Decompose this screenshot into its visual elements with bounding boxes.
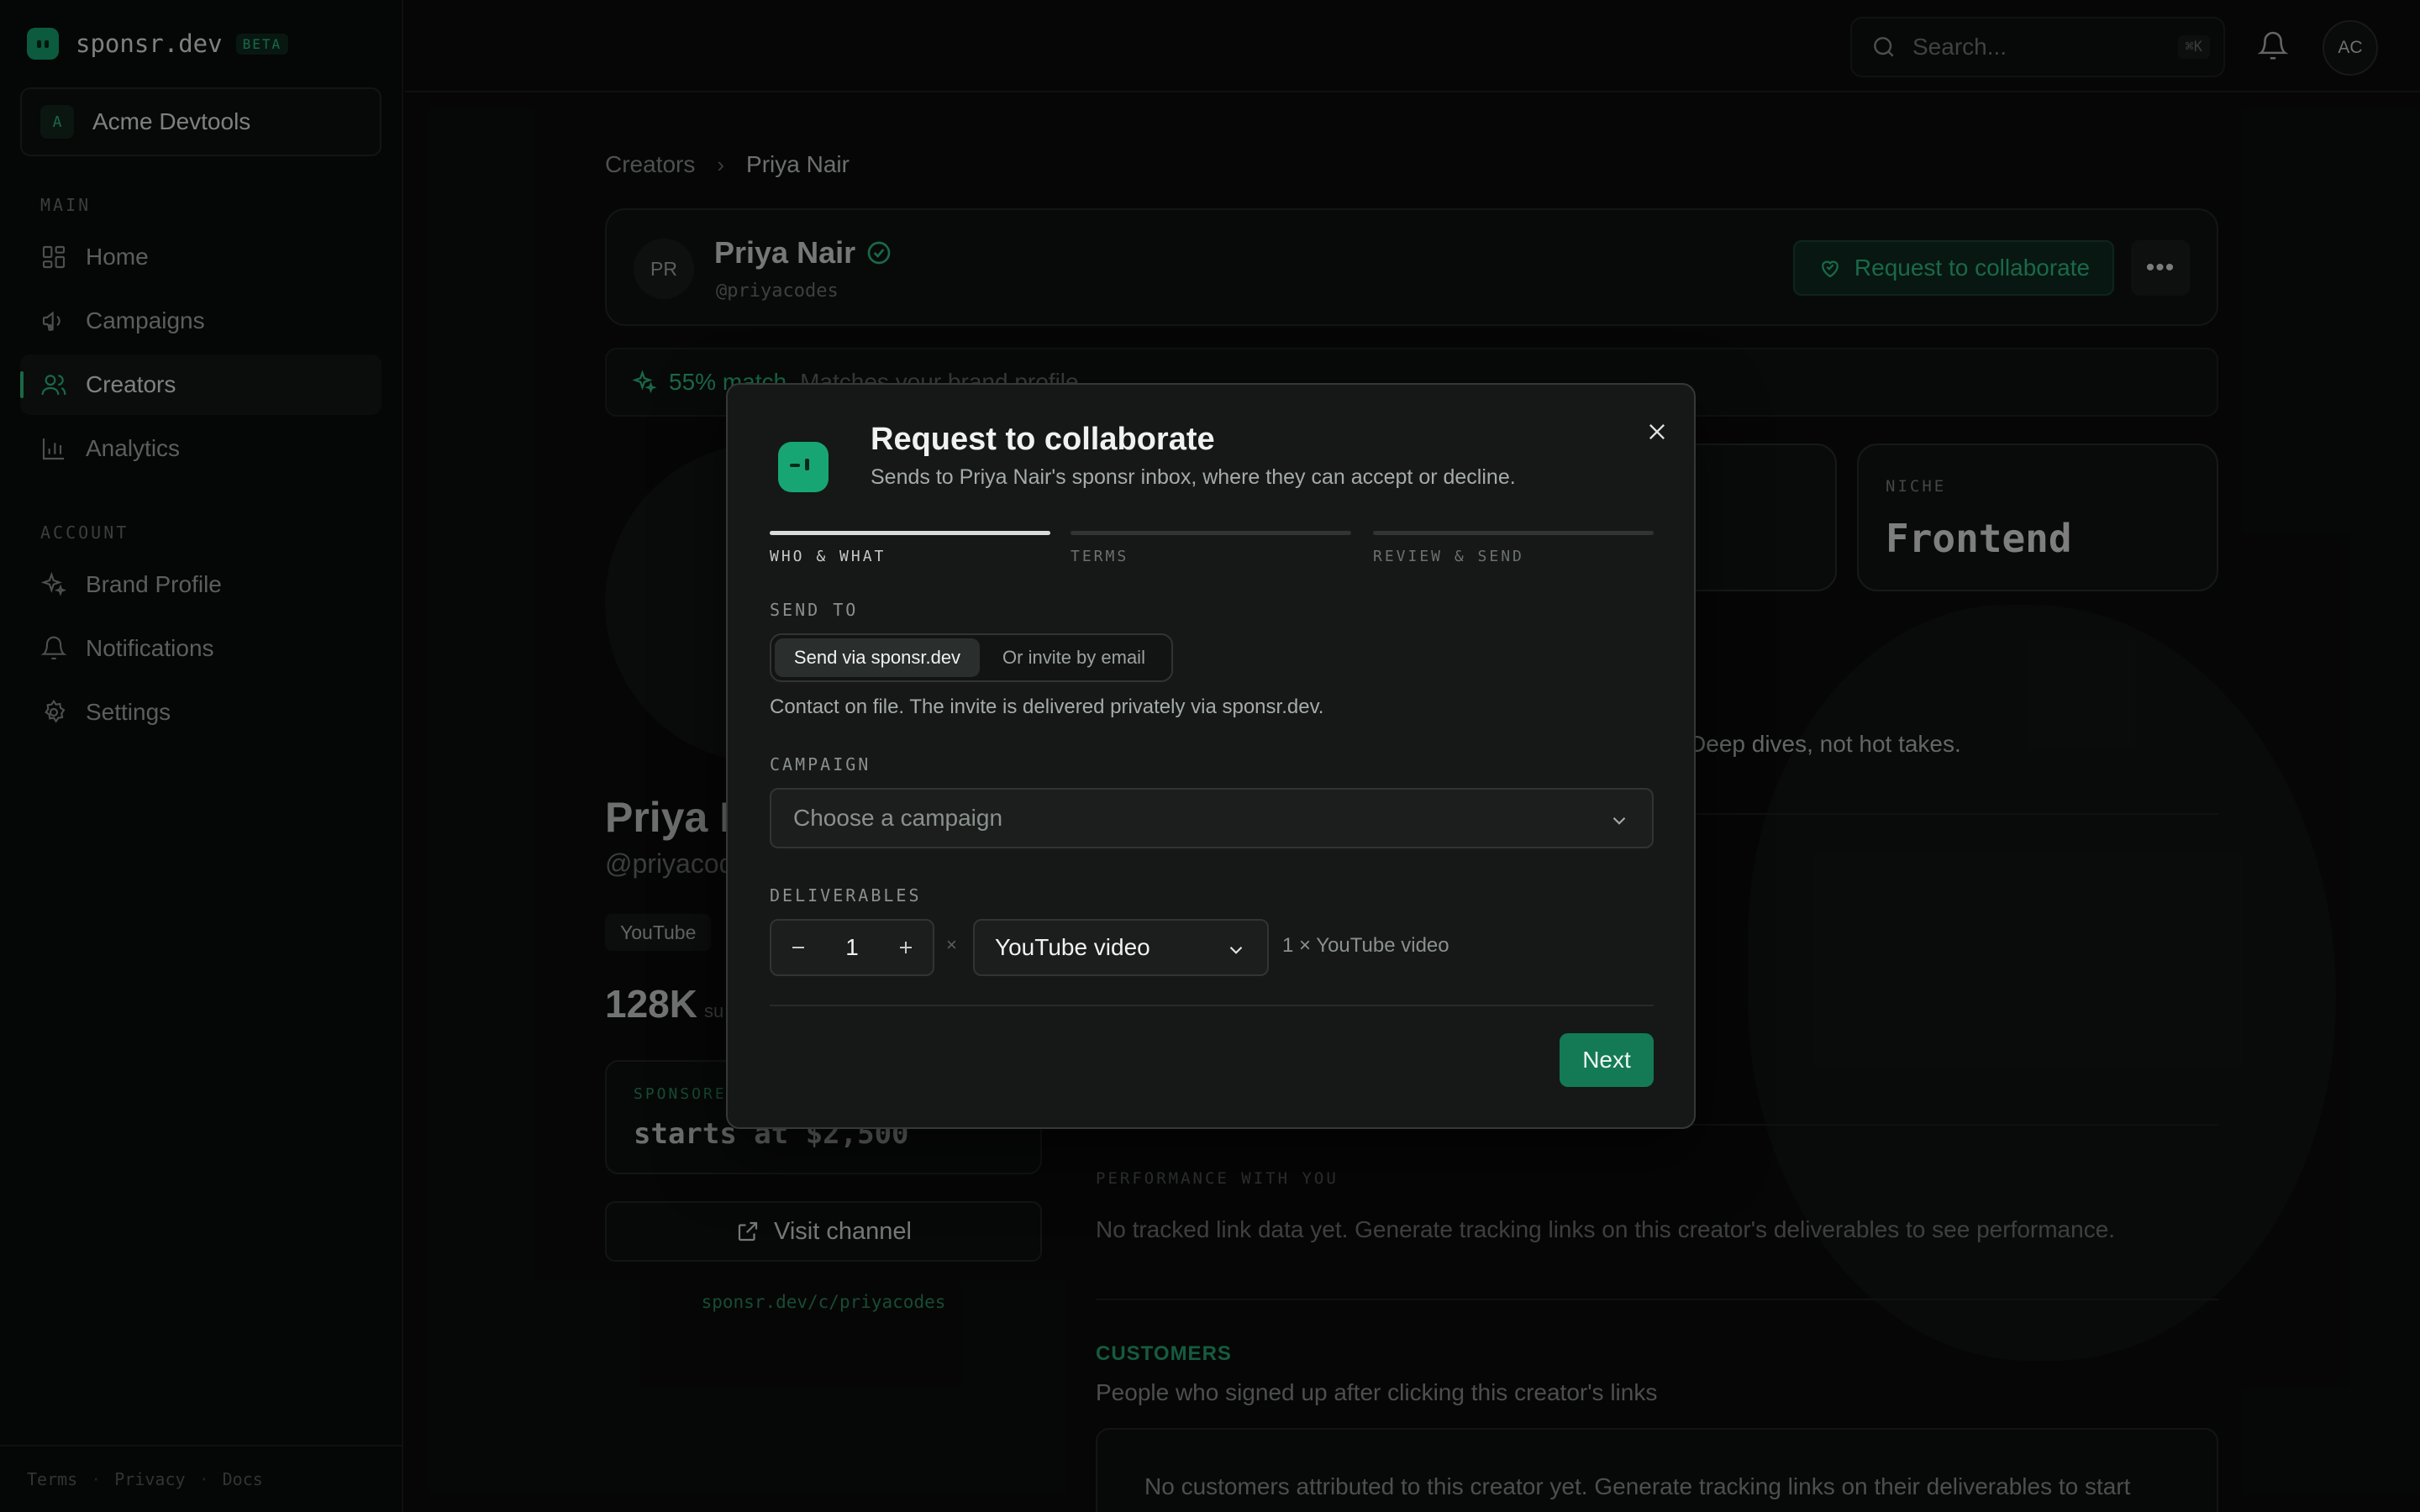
deliverable-summary: 1 × YouTube video [1282, 934, 1449, 957]
decrement-button[interactable] [771, 921, 825, 974]
step-terms[interactable]: TERMS [1071, 548, 1128, 565]
chevron-down-icon [1612, 816, 1626, 825]
send-via-sponsr-option[interactable]: Send via sponsr.dev [775, 638, 980, 677]
step-who-what[interactable]: WHO & WHAT [770, 548, 886, 565]
step-progress-2 [1071, 531, 1351, 535]
quantity-stepper: 1 [770, 919, 934, 976]
close-button[interactable] [1640, 415, 1674, 449]
deliverables-label: DELIVERABLES [770, 885, 922, 906]
modal-subtitle: Sends to Priya Nair's sponsr inbox, wher… [871, 465, 1516, 489]
deliverable-type-value: YouTube video [995, 934, 1150, 960]
deliverable-type-select[interactable]: YouTube video [973, 919, 1269, 976]
send-to-label: SEND TO [770, 600, 859, 620]
campaign-select[interactable]: Choose a campaign [770, 788, 1654, 848]
close-icon [1649, 424, 1665, 439]
step-progress-1 [770, 531, 1050, 535]
modal-divider [770, 1005, 1654, 1006]
chevron-down-icon [1229, 946, 1243, 954]
step-review-send[interactable]: REVIEW & SEND [1373, 548, 1524, 565]
quantity-value[interactable]: 1 [825, 934, 879, 961]
increment-button[interactable] [879, 921, 933, 974]
send-help-text: Contact on file. The invite is delivered… [770, 696, 1324, 718]
multiply-sign: × [946, 934, 957, 955]
plus-icon [900, 942, 912, 953]
send-method-toggle: Send via sponsr.dev Or invite by email [770, 633, 1173, 682]
invite-by-email-option[interactable]: Or invite by email [980, 638, 1168, 677]
next-button[interactable]: Next [1560, 1033, 1654, 1087]
campaign-label: CAMPAIGN [770, 754, 871, 774]
modal-title: Request to collaborate [871, 422, 1215, 457]
minus-icon [792, 947, 804, 948]
collaborate-modal: Request to collaborate Sends to Priya Na… [726, 383, 1696, 1129]
campaign-placeholder: Choose a campaign [793, 805, 1003, 831]
step-progress-3 [1373, 531, 1654, 535]
handshake-logo-icon [778, 442, 829, 492]
